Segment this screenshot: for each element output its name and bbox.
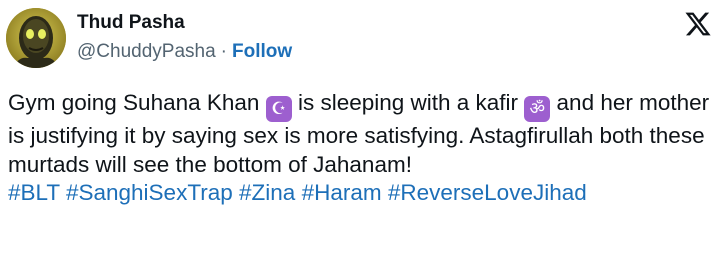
hashtag-link[interactable]: #ReverseLoveJihad: [388, 180, 587, 205]
hashtag-link[interactable]: #Haram: [302, 180, 382, 205]
x-logo-icon[interactable]: [684, 10, 712, 38]
author-handle[interactable]: @ChuddyPasha: [77, 41, 216, 62]
hashtag-link[interactable]: #SanghiSexTrap: [66, 180, 233, 205]
alien-face-avatar-icon: [6, 8, 66, 68]
author-display-name[interactable]: Thud Pasha: [77, 11, 185, 35]
hashtag-link[interactable]: #BLT: [8, 180, 60, 205]
author-handle-row: @ChuddyPasha · Follow: [77, 40, 292, 64]
om-symbol-icon: ॐ: [524, 96, 551, 122]
follow-button[interactable]: Follow: [232, 41, 292, 62]
tweet-card: Thud Pasha @ChuddyPasha · Follow Gym going…: [0, 0, 724, 269]
tweet-text: Gym going Suhana Khan ☪ is sleeping with…: [8, 89, 713, 208]
star-and-crescent-icon: ☪: [265, 96, 292, 122]
hashtag-link[interactable]: #Zina: [239, 180, 295, 205]
avatar[interactable]: [6, 8, 66, 68]
tweet-text-part-1: Gym going Suhana Khan: [8, 90, 266, 115]
separator-dot: ·: [220, 41, 227, 62]
tweet-text-part-2: is sleeping with a kafir: [291, 90, 525, 115]
